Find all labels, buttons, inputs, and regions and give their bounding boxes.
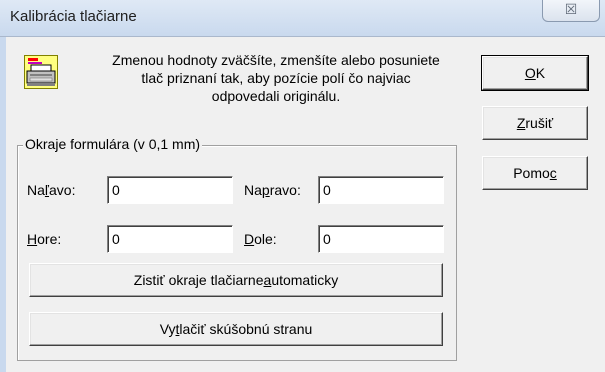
top-margin-input[interactable] [107, 225, 233, 253]
printer-icon [24, 55, 58, 89]
info-line-1: Zmenou hodnoty zväčšíte, zmenšíte alebo … [112, 52, 440, 68]
left-margin-input[interactable] [107, 176, 233, 204]
close-icon: ☒ [564, 1, 578, 17]
ok-button[interactable]: OK [481, 55, 589, 91]
top-margin-label: Hore: [27, 231, 62, 247]
close-button[interactable]: ☒ [542, 0, 600, 22]
help-button[interactable]: Pomo c [482, 156, 588, 190]
cancel-button[interactable]: Zrušiť [482, 106, 588, 140]
print-test-page-button[interactable]: Vy t lačiť skúšobnú stranu [29, 312, 443, 346]
right-margin-label: Napravo: [244, 182, 301, 198]
auto-detect-margins-button[interactable]: Zistiť okraje tlačiarne a utomaticky [29, 263, 443, 297]
margins-group-label: Okraje formulára (v 0,1 mm) [23, 136, 203, 152]
window-title: Kalibrácia tlačiarne [10, 8, 137, 25]
calibration-dialog: Kalibrácia tlačiarne ☒ Zmenou hodnoty zv… [0, 0, 605, 372]
dialog-body: Zmenou hodnoty zväčšíte, zmenšíte alebo … [6, 37, 605, 372]
info-line-2: tlač priznaní tak, aby pozície polí čo n… [141, 70, 411, 86]
left-margin-label: Naľavo: [27, 182, 76, 198]
bottom-margin-input[interactable] [318, 225, 444, 253]
bottom-margin-label: Dole: [244, 231, 277, 247]
right-margin-input[interactable] [318, 176, 444, 204]
info-line-3: odpovedali originálu. [211, 88, 341, 104]
title-bar[interactable]: Kalibrácia tlačiarne ☒ [0, 0, 605, 37]
info-text: Zmenou hodnoty zväčšíte, zmenšíte alebo … [76, 51, 476, 105]
